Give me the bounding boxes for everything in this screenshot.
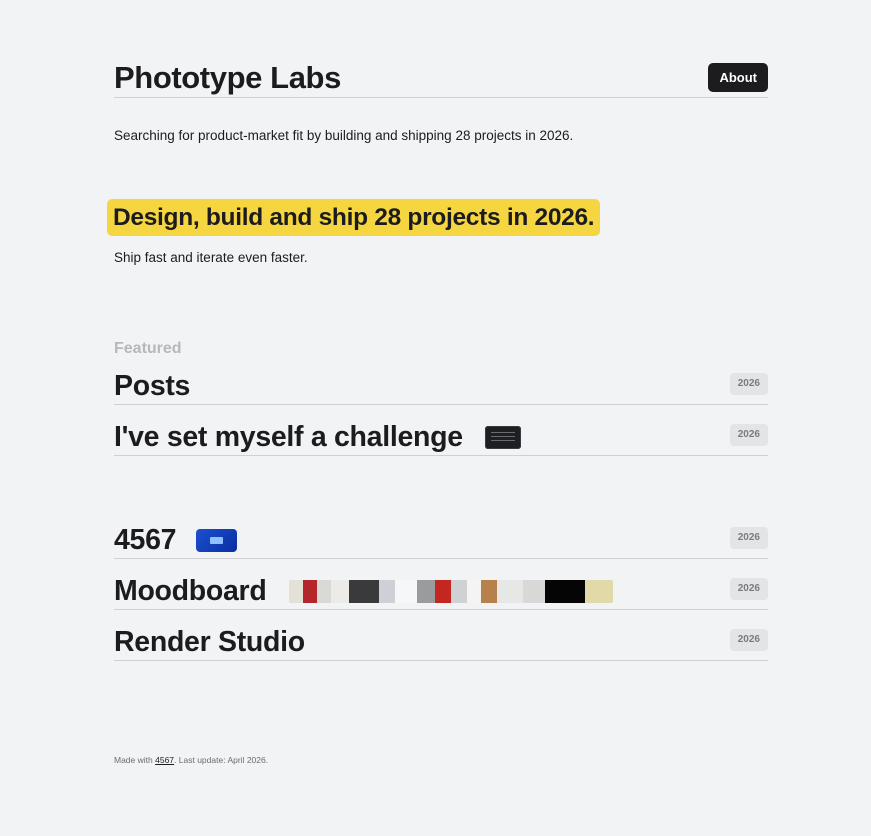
year-badge: 2026 bbox=[729, 424, 768, 446]
project-row-challenge[interactable]: I've set myself a challenge 2026 bbox=[114, 418, 768, 456]
about-button[interactable]: About bbox=[708, 63, 768, 92]
folder-icon bbox=[196, 529, 237, 552]
project-row-posts[interactable]: Posts 2026 bbox=[114, 367, 768, 405]
project-title[interactable]: Render Studio bbox=[114, 626, 305, 658]
year-badge: 2026 bbox=[729, 373, 768, 395]
site-header: Phototype Labs About bbox=[114, 62, 768, 98]
project-row-render-studio[interactable]: Render Studio 2026 bbox=[114, 623, 768, 661]
footer-link[interactable]: 4567 bbox=[155, 755, 174, 765]
intro-text: Searching for product-market fit by buil… bbox=[114, 128, 574, 143]
hero-headline: Design, build and ship 28 projects in 20… bbox=[107, 199, 601, 236]
footer-suffix: . Last update: April 2026. bbox=[174, 755, 269, 765]
featured-label: Featured bbox=[114, 340, 182, 357]
project-thumbnail bbox=[485, 426, 521, 449]
hero-subtitle: Ship fast and iterate even faster. bbox=[114, 250, 308, 265]
project-row-moodboard[interactable]: Moodboard 2026 bbox=[114, 572, 768, 610]
project-title[interactable]: 4567 bbox=[114, 524, 177, 556]
project-row-4567[interactable]: 4567 2026 bbox=[114, 521, 768, 559]
project-title[interactable]: Moodboard bbox=[114, 575, 267, 607]
year-badge: 2026 bbox=[729, 629, 768, 651]
year-badge: 2026 bbox=[729, 527, 768, 549]
moodboard-thumbnail-strip bbox=[289, 580, 613, 603]
project-title[interactable]: Posts bbox=[114, 370, 190, 402]
footer: Made with 4567. Last update: April 2026. bbox=[114, 755, 268, 765]
footer-prefix: Made with bbox=[114, 755, 153, 765]
project-title[interactable]: I've set myself a challenge bbox=[114, 421, 463, 453]
site-title[interactable]: Phototype Labs bbox=[114, 62, 341, 94]
year-badge: 2026 bbox=[729, 578, 768, 600]
